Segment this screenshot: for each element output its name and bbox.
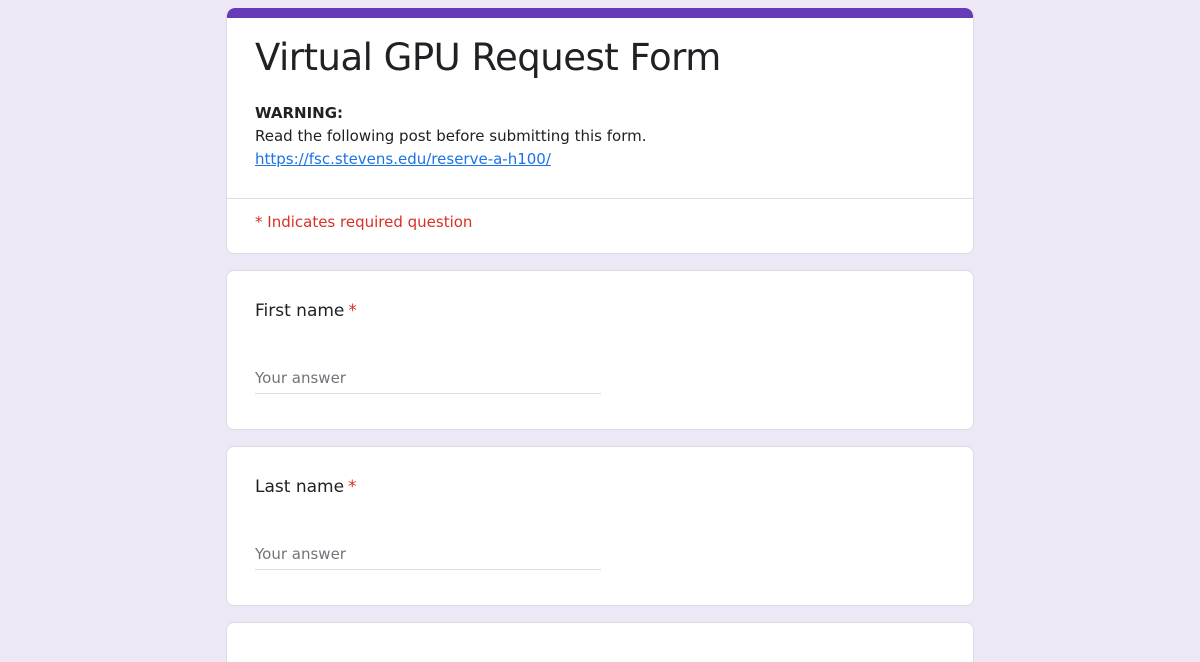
question-card-last-name: Last name * [226, 446, 974, 606]
question-title: First name * [255, 301, 357, 321]
header-accent-bar [227, 8, 973, 18]
question-label: Last name [255, 477, 345, 497]
warning-label: WARNING: [255, 104, 344, 122]
required-asterisk: * [348, 477, 357, 497]
question-title: Last name * [255, 477, 357, 497]
question-card-first-name: First name * [226, 270, 974, 430]
required-question-note: * Indicates required question [255, 213, 473, 231]
required-asterisk: * [348, 301, 357, 321]
form-header-card: Virtual GPU Request Form WARNING: Read t… [226, 8, 974, 254]
form-title: Virtual GPU Request Form [255, 36, 721, 79]
question-card-next [226, 622, 974, 662]
form-container: Virtual GPU Request Form WARNING: Read t… [226, 8, 974, 662]
form-description: WARNING: Read the following post before … [255, 102, 646, 171]
first-name-input[interactable] [255, 363, 601, 394]
description-text: Read the following post before submittin… [255, 127, 647, 145]
header-divider [227, 198, 973, 199]
last-name-input[interactable] [255, 539, 601, 570]
question-label: First name [255, 301, 345, 321]
reserve-h100-link[interactable]: https://fsc.stevens.edu/reserve-a-h100/ [255, 148, 646, 171]
